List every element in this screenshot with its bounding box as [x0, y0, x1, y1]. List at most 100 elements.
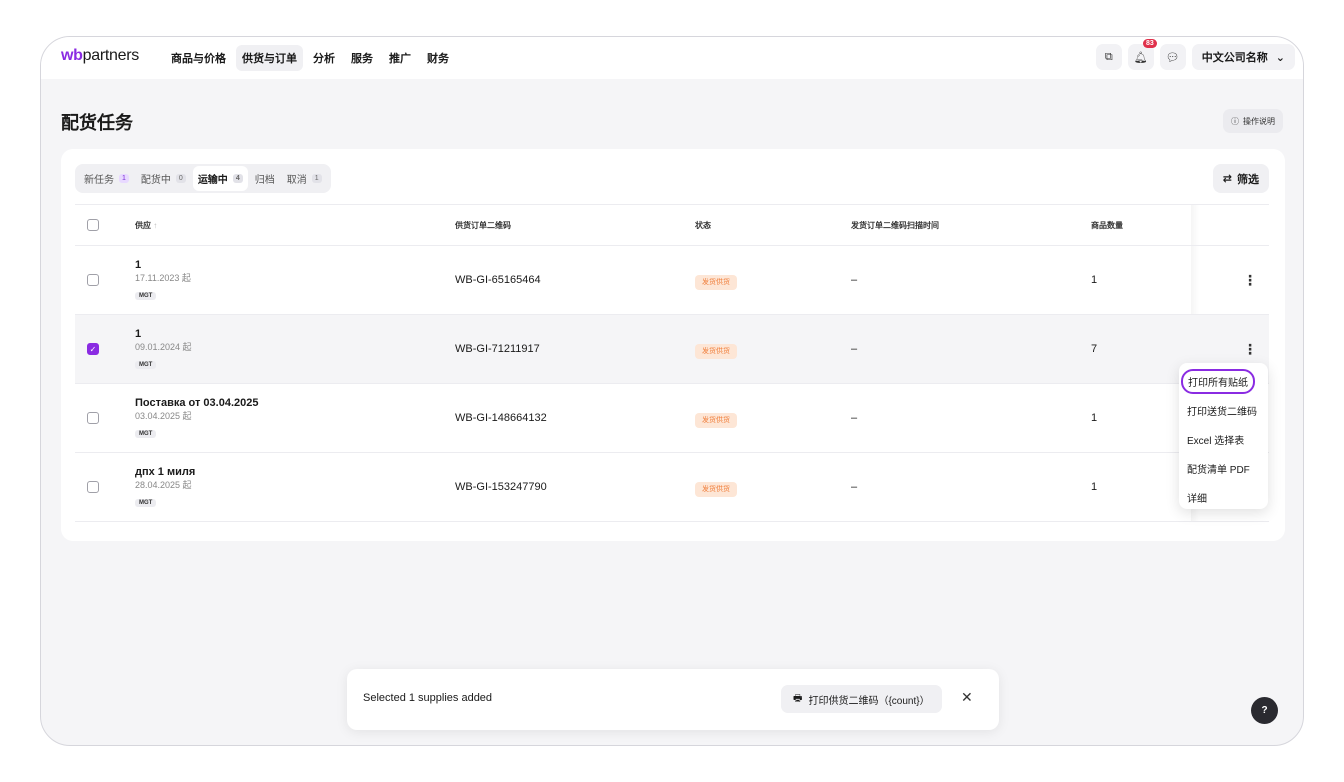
scan-time: – [851, 343, 858, 355]
more-vertical-icon[interactable]: ⋮ [1243, 272, 1257, 289]
table-row[interactable]: 1 17.11.2023 起 MGT WB-GI-65165464 发货供货 –… [75, 246, 1269, 315]
header-status: 状态 [695, 220, 711, 230]
tab-in-transit[interactable]: 运输中 4 [192, 166, 248, 191]
qr-code: WB-GI-71211917 [455, 343, 540, 355]
supply-name: 1 [135, 259, 142, 271]
tab-assembling[interactable]: 配货中 0 [136, 166, 191, 191]
chat-icon[interactable]: 💬︎ [1159, 44, 1186, 70]
supply-date: 09.01.2024 起 [135, 342, 192, 352]
quantity: 1 [1091, 274, 1098, 286]
instructions-label: 操作说明 [1243, 116, 1275, 126]
row-checkbox[interactable] [87, 481, 99, 493]
tab-label: 运输中 [197, 175, 228, 186]
supplies-table: 供应 ↑ 供货订单二维码 状态 发货订单二维码扫描时间 商品数量 1 17.11… [75, 204, 1269, 522]
mgt-tag: MGT [135, 361, 157, 369]
supply-date: 28.04.2025 起 [135, 480, 192, 490]
supply-cell: Поставка от 03.04.2025 03.04.2025 起 MGT [135, 396, 259, 440]
main-nav: 商品与价格 供货与订单 分析 服务 推广 财务 [165, 45, 455, 71]
scan-time: – [851, 412, 858, 424]
top-bar: wbpartners 商品与价格 供货与订单 分析 服务 推广 财务 ⧉ 🔔︎ 8… [41, 37, 1303, 79]
more-vertical-icon[interactable]: ⋮ [1243, 341, 1257, 358]
chevron-down-icon: ⌄ [1275, 51, 1285, 64]
tab-archive[interactable]: 归档 [250, 166, 280, 191]
mgt-tag: MGT [135, 499, 157, 507]
print-qr-button[interactable]: 🖶 打印供货二维码（{count}） [781, 685, 942, 713]
mgt-tag: MGT [135, 292, 157, 300]
menu-print-delivery-qr[interactable]: 打印送货二维码 [1179, 396, 1268, 425]
page-title: 配货任务 [61, 113, 133, 133]
printer-icon: 🖶 [793, 692, 803, 704]
assignments-card: 新任务 1 配货中 0 运输中 4 归档 取消 1 ⇄ 筛选 供应 ↑ 供货订单二维码 状… [61, 149, 1285, 541]
tab-count: 1 [119, 174, 129, 183]
tab-count: 0 [175, 174, 186, 183]
logo[interactable]: wbpartners [61, 47, 139, 65]
tab-cancelled[interactable]: 取消 1 [282, 166, 327, 191]
nav-products-prices[interactable]: 商品与价格 [165, 45, 232, 71]
nav-analytics[interactable]: 分析 [307, 45, 341, 71]
tab-new[interactable]: 新任务 1 [79, 166, 134, 191]
status-badge: 发货供货 [695, 344, 737, 359]
nav-services[interactable]: 服务 [345, 45, 379, 71]
supply-name: Поставка от 03.04.2025 [135, 397, 259, 409]
help-button[interactable]: ? [1251, 697, 1278, 724]
table-row[interactable]: ✓ 1 09.01.2024 起 MGT WB-GI-71211917 发货供货… [75, 315, 1269, 384]
instructions-button[interactable]: ⓘ 操作说明 [1223, 109, 1283, 133]
link-icon[interactable]: ⧉ [1095, 44, 1122, 70]
logo-partners: partners [82, 47, 140, 64]
nav-finance[interactable]: 财务 [421, 45, 455, 71]
sort-arrow-icon: ↑ [153, 220, 158, 230]
quantity: 1 [1091, 481, 1098, 493]
status-badge: 发货供货 [695, 413, 737, 428]
row-checkbox[interactable] [87, 412, 99, 424]
sliders-icon: ⇄ [1222, 173, 1232, 185]
qr-code: WB-GI-65165464 [455, 274, 541, 286]
bell-icon[interactable]: 🔔︎ 83 [1127, 39, 1157, 70]
table-row[interactable]: Поставка от 03.04.2025 03.04.2025 起 MGT … [75, 384, 1269, 453]
company-name: 中文公司名称 [1201, 52, 1268, 64]
header-qr: 供货订单二维码 [455, 220, 511, 230]
status-badge: 发货供货 [695, 275, 737, 290]
scan-time: – [851, 481, 858, 493]
scan-time: – [851, 274, 858, 286]
tab-label: 取消 [286, 175, 307, 186]
quantity: 1 [1091, 412, 1098, 424]
header-qty: 商品数量 [1091, 220, 1123, 230]
qr-code: WB-GI-148664132 [455, 412, 547, 424]
menu-details[interactable]: 详细 [1179, 483, 1268, 512]
menu-excel-selection[interactable]: Excel 选择表 [1179, 425, 1268, 454]
supply-name: 1 [135, 328, 142, 340]
quantity: 7 [1091, 343, 1098, 355]
mgt-tag: MGT [135, 430, 157, 438]
header-supply[interactable]: 供应 ↑ [135, 220, 157, 231]
selection-toast: Selected 1 supplies added 🖶 打印供货二维码（{coun… [347, 669, 999, 730]
supply-date: 17.11.2023 起 [135, 273, 191, 283]
status-tabs: 新任务 1 配货中 0 运输中 4 归档 取消 1 [75, 164, 331, 193]
notification-badge: 83 [1142, 39, 1157, 48]
row-checkbox[interactable] [87, 274, 99, 286]
tab-label: 归档 [254, 175, 275, 186]
table-row[interactable]: дпх 1 миля 28.04.2025 起 MGT WB-GI-153247… [75, 453, 1269, 522]
close-icon[interactable]: ✕ [961, 689, 973, 706]
row-checkbox[interactable]: ✓ [87, 343, 99, 355]
supply-cell: 1 17.11.2023 起 MGT [135, 258, 191, 302]
supply-name: дпх 1 миля [135, 466, 196, 478]
menu-label: 打印所有贴纸 [1181, 369, 1255, 394]
nav-promotion[interactable]: 推广 [383, 45, 417, 71]
app-window: wbpartners 商品与价格 供货与订单 分析 服务 推广 财务 ⧉ 🔔︎ 8… [40, 36, 1304, 746]
filter-button[interactable]: ⇄ 筛选 [1212, 164, 1269, 193]
menu-packing-list-pdf[interactable]: 配货清单 PDF [1179, 454, 1268, 483]
supply-cell: дпх 1 миля 28.04.2025 起 MGT [135, 465, 195, 509]
tab-label: 配货中 [140, 175, 171, 186]
menu-print-all-stickers[interactable]: 打印所有贴纸 [1179, 367, 1268, 396]
supply-cell: 1 09.01.2024 起 MGT [135, 327, 192, 371]
qr-code: WB-GI-153247790 [455, 481, 547, 493]
tab-count: 4 [232, 174, 243, 183]
table-header: 供应 ↑ 供货订单二维码 状态 发货订单二维码扫描时间 商品数量 [75, 204, 1269, 246]
company-selector[interactable]: 中文公司名称 ⌄ [1191, 44, 1295, 70]
supply-date: 03.04.2025 起 [135, 411, 192, 421]
row-actions-menu: 打印所有贴纸 打印送货二维码 Excel 选择表 配货清单 PDF 详细 [1179, 363, 1268, 509]
nav-supplies-orders[interactable]: 供货与订单 [236, 45, 303, 71]
header-scan-time: 发货订单二维码扫描时间 [851, 220, 939, 230]
select-all-checkbox[interactable] [87, 219, 99, 231]
tab-label: 新任务 [84, 175, 114, 186]
